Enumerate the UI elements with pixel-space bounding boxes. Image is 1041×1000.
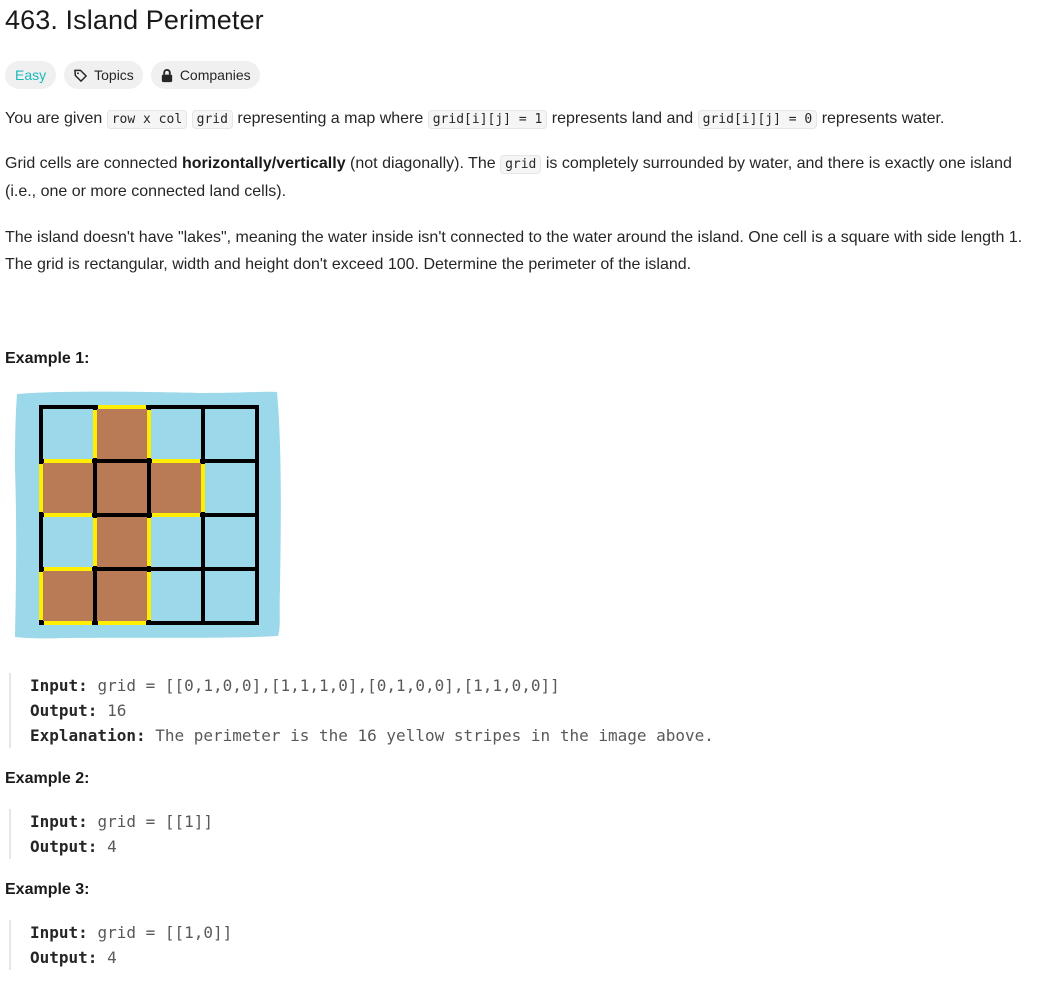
text: Grid cells are connected (5, 155, 178, 172)
text: representing a map where (237, 110, 424, 127)
inline-code: grid (191, 110, 233, 129)
input-line: Input: grid = [[1]] (30, 809, 1041, 834)
output-value: 4 (107, 948, 117, 967)
lock-icon (160, 68, 174, 83)
text: You are given (5, 110, 103, 127)
example-2-title: Example 2: (5, 770, 90, 787)
problem-title: 463. Island Perimeter (5, 5, 264, 35)
water-cell (203, 515, 257, 569)
water-cell (149, 515, 203, 569)
description-paragraph-3: The island doesn't have "lakes", meaning… (5, 229, 1023, 273)
example-3-title: Example 3: (5, 881, 90, 898)
example-3-code: Input: grid = [[1,0]] Output: 4 (9, 920, 1041, 970)
tag-row: Easy Topics Companies (5, 61, 1041, 89)
land-cell (149, 461, 203, 515)
topics-label: Topics (94, 67, 134, 83)
companies-button[interactable]: Companies (150, 61, 260, 89)
explanation-line: Explanation: The perimeter is the 16 yel… (30, 723, 1041, 748)
water-cell (41, 515, 95, 569)
example-1-title: Example 1: (5, 350, 90, 367)
water-cell (149, 407, 203, 461)
water-cell (41, 407, 95, 461)
bold-text: horizontally/vertically (181, 155, 346, 172)
example-1-code: Input: grid = [[0,1,0,0],[1,1,1,0],[0,1,… (9, 673, 1041, 748)
water-cell (203, 569, 257, 623)
water-cell (149, 569, 203, 623)
input-value: grid = [[1]] (97, 812, 214, 831)
description-paragraph-2: Grid cells are connected horizontally/ve… (5, 150, 1041, 205)
water-cell (203, 407, 257, 461)
text: represents water. (821, 110, 945, 127)
land-cell (95, 569, 149, 623)
output-value: 16 (107, 701, 127, 720)
output-value: 4 (107, 837, 117, 856)
text: represents land and (551, 110, 694, 127)
land-cell (95, 407, 149, 461)
inline-code: grid[i][j] = 1 (427, 110, 548, 129)
input-line: Input: grid = [[0,1,0,0],[1,1,1,0],[0,1,… (30, 673, 1041, 698)
inline-code: grid (500, 155, 542, 174)
land-cell (41, 569, 95, 623)
difficulty-badge[interactable]: Easy (5, 61, 57, 89)
problem-page: 463. Island Perimeter Easy Topics Compan… (0, 0, 1041, 1000)
input-label: Input: (30, 676, 88, 695)
output-line: Output: 4 (30, 945, 1041, 970)
input-line: Input: grid = [[1,0]] (30, 920, 1041, 945)
inline-code: row x col (106, 110, 188, 129)
land-cell (95, 515, 149, 569)
explanation-label: Explanation: (30, 726, 146, 745)
land-cell (95, 461, 149, 515)
example-2-code: Input: grid = [[1]] Output: 4 (9, 809, 1041, 859)
input-value: grid = [[0,1,0,0],[1,1,1,0],[0,1,0,0],[1… (97, 676, 560, 695)
output-label: Output: (30, 948, 98, 967)
input-value: grid = [[1,0]] (97, 923, 233, 942)
island-grid-svg (15, 391, 281, 639)
topics-button[interactable]: Topics (64, 61, 143, 89)
output-line: Output: 16 (30, 698, 1041, 723)
input-label: Input: (30, 923, 88, 942)
inline-code: grid[i][j] = 0 (697, 110, 818, 129)
input-label: Input: (30, 812, 88, 831)
tag-icon (73, 68, 88, 83)
output-label: Output: (30, 701, 98, 720)
text: (not diagonally). The (350, 155, 496, 172)
explanation-value: The perimeter is the 16 yellow stripes i… (155, 726, 714, 745)
water-cell (203, 461, 257, 515)
output-line: Output: 4 (30, 834, 1041, 859)
description-paragraph-1: You are given row x col grid representin… (5, 105, 1041, 133)
companies-label: Companies (179, 67, 251, 83)
island-grid-figure (5, 388, 285, 643)
land-cell (41, 461, 95, 515)
output-label: Output: (30, 837, 98, 856)
